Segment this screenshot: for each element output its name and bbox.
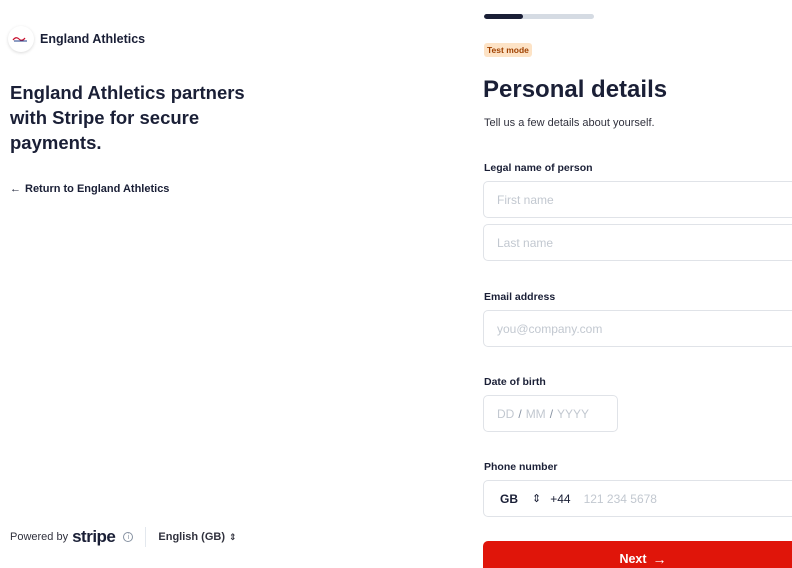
info-icon[interactable]: i [123, 532, 134, 542]
next-button[interactable]: Next → [483, 541, 792, 568]
dob-month-placeholder: MM [525, 406, 546, 421]
phone-input[interactable]: GB ⇕ +44 121 234 5678 [483, 480, 792, 517]
brand-name: England Athletics [40, 32, 146, 46]
return-link[interactable]: ← Return to England Athletics [10, 183, 169, 195]
page-title: Personal details [483, 76, 668, 103]
england-athletics-logo-icon [8, 26, 34, 52]
first-name-placeholder: First name [497, 192, 554, 207]
chevron-updown-icon[interactable]: ⇕ [532, 492, 541, 505]
brand: England Athletics [8, 26, 145, 52]
first-name-input[interactable]: First name [483, 181, 792, 218]
dob-year-placeholder: YYYY [557, 406, 590, 421]
email-label: Email address [484, 291, 556, 303]
arrow-right-icon: → [652, 551, 667, 567]
powered-by-label: Powered by [10, 531, 69, 543]
dob-separator: / [518, 406, 522, 421]
page-subtitle: Tell us a few details about yourself. [484, 117, 655, 129]
footer-divider [145, 527, 147, 547]
headline: England Athletics partners with Stripe f… [10, 82, 245, 153]
dob-input[interactable]: DD / MM / YYYY [483, 395, 618, 432]
phone-country-select[interactable]: GB [500, 492, 518, 506]
stripe-logo: stripe [72, 527, 116, 546]
dob-separator: / [549, 406, 554, 421]
last-name-input[interactable]: Last name [483, 224, 792, 261]
dob-label: Date of birth [484, 376, 546, 388]
arrow-left-icon: ← [10, 183, 21, 195]
progress-fill [484, 14, 523, 19]
phone-number-placeholder: 121 234 5678 [583, 491, 657, 506]
powered-by-stripe[interactable]: Powered by stripe [10, 527, 116, 547]
next-button-label: Next [619, 552, 647, 566]
return-link-label: Return to England Athletics [25, 183, 170, 195]
language-select[interactable]: English (GB) ⇕ [158, 531, 236, 543]
dob-day-placeholder: DD [497, 406, 515, 421]
test-mode-badge: Test mode [484, 43, 532, 57]
footer: Powered by stripe i English (GB) ⇕ [10, 527, 237, 547]
email-input[interactable]: you@company.com [483, 310, 792, 347]
phone-country-code: +44 [550, 491, 571, 506]
email-placeholder: you@company.com [497, 321, 603, 336]
last-name-placeholder: Last name [497, 235, 554, 250]
chevron-updown-icon: ⇕ [229, 531, 237, 542]
phone-label: Phone number [484, 461, 558, 473]
legal-name-label: Legal name of person [484, 162, 593, 174]
language-label: English (GB) [158, 531, 225, 543]
progress-bar [484, 14, 594, 19]
